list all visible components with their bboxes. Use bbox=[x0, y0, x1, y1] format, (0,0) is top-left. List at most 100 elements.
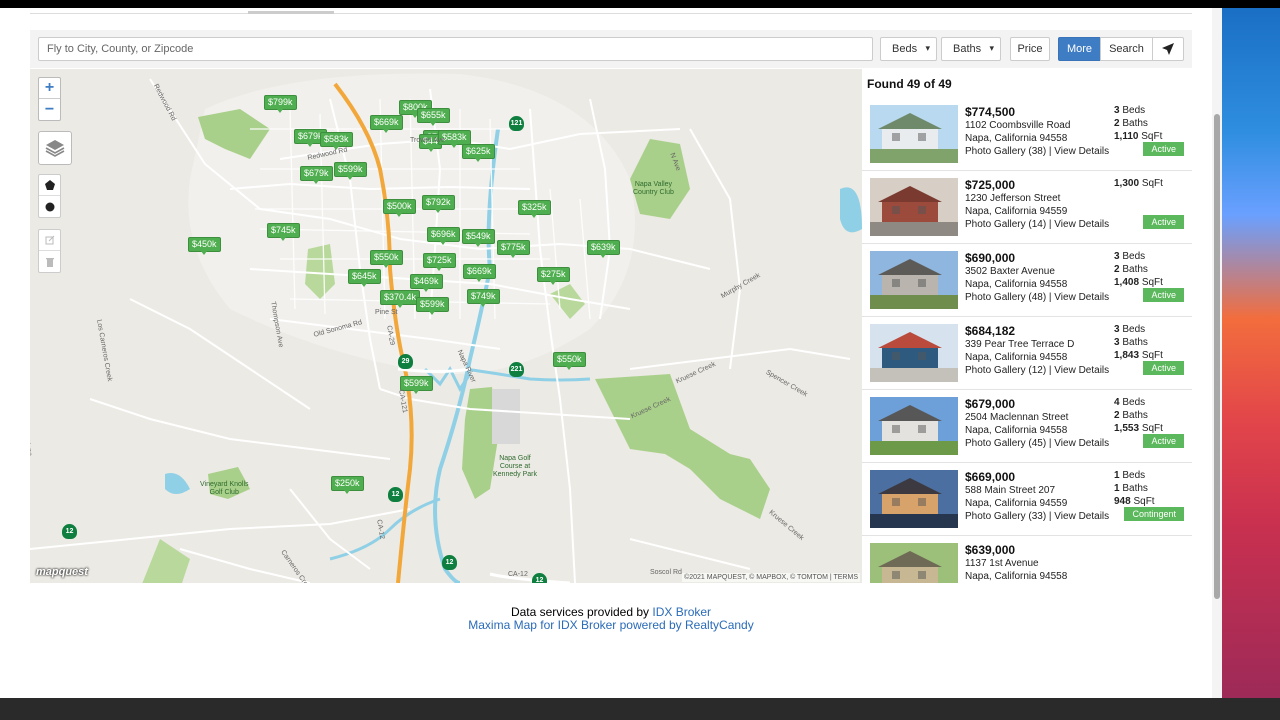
price-button[interactable]: Price bbox=[1010, 37, 1050, 61]
listing-city: Napa, California 94558 bbox=[965, 571, 1068, 582]
listing-photo[interactable] bbox=[870, 178, 958, 236]
house-photo-image bbox=[870, 105, 958, 163]
listing-gallery-link[interactable]: Photo Gallery (12) | View Details bbox=[965, 365, 1109, 376]
price-marker[interactable]: $639k bbox=[587, 240, 620, 258]
edit-shape-button[interactable] bbox=[39, 230, 60, 251]
sqft-label: SqFt bbox=[1141, 178, 1163, 189]
price-marker[interactable]: $775k bbox=[497, 240, 530, 258]
listing-photo[interactable] bbox=[870, 324, 958, 382]
listing-price[interactable]: $679,000 bbox=[965, 397, 1015, 411]
baths-label: Baths bbox=[1122, 337, 1148, 348]
listing-gallery-link[interactable]: Photo Gallery (48) | View Details bbox=[965, 292, 1109, 303]
price-marker[interactable]: $799k bbox=[264, 95, 297, 113]
highway-shield-icon: 12 bbox=[442, 555, 457, 570]
price-marker[interactable]: $549k bbox=[462, 229, 495, 247]
locate-button[interactable] bbox=[1152, 37, 1184, 61]
price-marker[interactable]: $275k bbox=[537, 267, 570, 285]
price-marker[interactable]: $550k bbox=[553, 352, 586, 370]
house-photo-image bbox=[870, 178, 958, 236]
price-marker[interactable]: $450k bbox=[188, 237, 221, 255]
layers-button[interactable] bbox=[38, 131, 72, 165]
price-marker[interactable]: $792k bbox=[422, 195, 455, 213]
listing-item[interactable]: $725,000 1230 Jefferson Street Napa, Calif… bbox=[862, 171, 1192, 244]
map-attribution[interactable]: ©2021 MAPQUEST, © MAPBOX, © TOMTOM | TER… bbox=[682, 573, 860, 582]
listing-price[interactable]: $725,000 bbox=[965, 178, 1015, 192]
listing-address: 3502 Baxter Avenue bbox=[965, 266, 1055, 277]
price-marker[interactable]: $583k bbox=[320, 132, 353, 150]
listing-city: Napa, California 94559 bbox=[965, 498, 1068, 509]
listing-item[interactable]: $679,000 2504 Maclennan Street Napa, Calif… bbox=[862, 390, 1192, 463]
price-marker[interactable]: $645k bbox=[348, 269, 381, 287]
listing-photo[interactable] bbox=[870, 470, 958, 528]
listing-photo[interactable] bbox=[870, 397, 958, 455]
price-marker[interactable]: $550k bbox=[370, 250, 403, 268]
price-marker[interactable]: $745k bbox=[267, 223, 300, 241]
price-marker[interactable]: $599k bbox=[334, 162, 367, 180]
listing-gallery-link[interactable]: Photo Gallery (14) | View Details bbox=[965, 219, 1109, 230]
listing-photo[interactable] bbox=[870, 543, 958, 583]
listing-item[interactable]: $774,500 1102 Coombsville Road Napa, Calif… bbox=[862, 98, 1192, 171]
price-marker[interactable]: $669k bbox=[370, 115, 403, 133]
beds-select-label: Beds bbox=[892, 43, 918, 55]
price-marker[interactable]: $599k bbox=[400, 376, 433, 394]
listing-address: 588 Main Street 207 bbox=[965, 485, 1056, 496]
listing-item[interactable]: $669,000 588 Main Street 207 Napa, Califor… bbox=[862, 463, 1192, 536]
zoom-in-button[interactable]: + bbox=[39, 78, 60, 99]
zoom-out-button[interactable]: − bbox=[39, 99, 60, 120]
listing-gallery-link[interactable]: Photo Gallery (45) | View Details bbox=[965, 438, 1109, 449]
listing-photo[interactable] bbox=[870, 251, 958, 309]
listing-gallery-link[interactable]: Photo Gallery (33) | View Details bbox=[965, 511, 1109, 522]
price-marker[interactable]: $599k bbox=[416, 297, 449, 315]
status-badge: Active bbox=[1143, 142, 1184, 156]
map-view[interactable]: + − $679k$583k$799k$7 bbox=[30, 69, 862, 583]
listing-price[interactable]: $669,000 bbox=[965, 470, 1015, 484]
beds-value: 1 bbox=[1114, 470, 1120, 481]
zoom-control: + − bbox=[38, 77, 61, 121]
price-marker[interactable]: $679k bbox=[300, 166, 333, 184]
listing-item[interactable]: $690,000 3502 Baxter Avenue Napa, Californ… bbox=[862, 244, 1192, 317]
beds-value: 3 bbox=[1114, 324, 1120, 335]
listing-photo[interactable] bbox=[870, 105, 958, 163]
price-marker[interactable]: $250k bbox=[331, 476, 364, 494]
price-marker[interactable]: $325k bbox=[518, 200, 551, 218]
window-top-edge bbox=[0, 0, 1280, 8]
map-road-label: CA-12 bbox=[508, 571, 528, 578]
baths-select[interactable]: Baths ▾ bbox=[941, 37, 1001, 61]
search-button[interactable]: Search bbox=[1100, 37, 1153, 61]
more-button[interactable]: More bbox=[1058, 37, 1101, 61]
price-marker[interactable]: $655k bbox=[417, 108, 450, 126]
pentagon-icon bbox=[44, 180, 55, 190]
listing-item[interactable]: $639,000 1137 1st Avenue Napa, California … bbox=[862, 536, 1192, 583]
price-marker[interactable]: $500k bbox=[383, 199, 416, 217]
draw-polygon-button[interactable] bbox=[39, 175, 60, 196]
scrollbar-thumb[interactable] bbox=[1214, 114, 1220, 599]
beds-label: Beds bbox=[1122, 251, 1146, 262]
price-marker[interactable]: $725k bbox=[423, 253, 456, 271]
realtycandy-link[interactable]: Maxima Map for IDX Broker powered by Rea… bbox=[0, 619, 1222, 632]
listing-price[interactable]: $684,182 bbox=[965, 324, 1015, 338]
listing-price[interactable]: $639,000 bbox=[965, 543, 1015, 557]
price-marker[interactable]: $469k bbox=[410, 274, 443, 292]
listing-price[interactable]: $690,000 bbox=[965, 251, 1015, 265]
fly-to-location-input[interactable] bbox=[38, 37, 873, 61]
map-road-label: Trower Ave bbox=[410, 137, 446, 144]
map-park-label: Vineyard Knolls Golf Club bbox=[200, 481, 249, 496]
price-marker[interactable]: $749k bbox=[467, 289, 500, 307]
draw-circle-button[interactable] bbox=[39, 196, 60, 217]
trash-icon bbox=[45, 257, 54, 267]
price-marker[interactable]: $625k bbox=[462, 144, 495, 162]
baths-label: Baths bbox=[1122, 264, 1148, 275]
price-marker[interactable]: $370.4k bbox=[380, 290, 421, 308]
beds-select[interactable]: Beds ▾ bbox=[880, 37, 937, 61]
listing-gallery-link[interactable]: Photo Gallery (38) | View Details bbox=[965, 146, 1109, 157]
beds-label: Beds bbox=[1122, 324, 1146, 335]
baths-value: 1 bbox=[1114, 483, 1120, 494]
price-marker[interactable]: $669k bbox=[463, 264, 496, 282]
listing-city: Napa, California 94558 bbox=[965, 133, 1068, 144]
draw-tools bbox=[38, 174, 61, 218]
idx-broker-link[interactable]: IDX Broker bbox=[652, 605, 711, 619]
delete-shape-button[interactable] bbox=[39, 251, 60, 272]
price-marker[interactable]: $696k bbox=[427, 227, 460, 245]
listing-item[interactable]: $684,182 339 Pear Tree Terrace D Napa, Cal… bbox=[862, 317, 1192, 390]
listing-price[interactable]: $774,500 bbox=[965, 105, 1015, 119]
